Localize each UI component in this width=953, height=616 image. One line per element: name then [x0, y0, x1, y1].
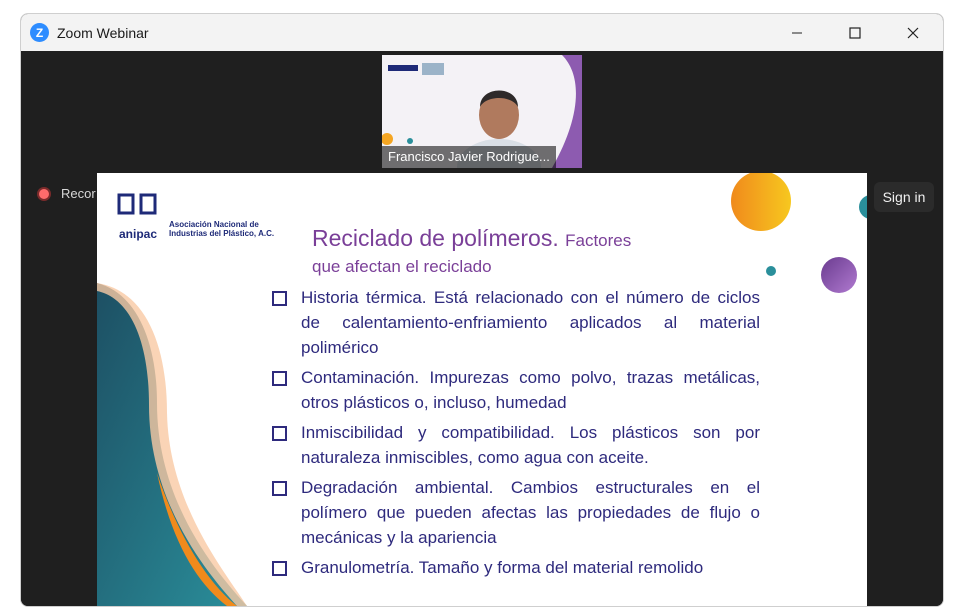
shared-screen-slide: anipac Asociación Nacional de Industrias…	[97, 173, 867, 606]
bullet-text: Degradación ambiental. Cambios estructur…	[301, 478, 760, 547]
bullet-text: Inmiscibilidad y compatibilidad. Los plá…	[301, 423, 760, 467]
bullet-text: Historia térmica. Está relacionado con e…	[301, 288, 760, 357]
bullet-item: Degradación ambiental. Cambios estructur…	[272, 475, 760, 550]
record-icon	[37, 186, 51, 201]
checkbox-bullet-icon	[272, 426, 287, 441]
close-button[interactable]	[884, 14, 942, 51]
bullet-text: Contaminación. Impurezas como polvo, tra…	[301, 368, 760, 412]
minimize-icon	[792, 32, 802, 33]
checkbox-bullet-icon	[272, 291, 287, 306]
slide-title-line2: que afectan el reciclado	[312, 257, 492, 276]
bullet-list: Historia térmica. Está relacionado con e…	[272, 285, 760, 585]
meeting-stage: Francisco Javier Rodrigue... Recor Sign …	[21, 51, 943, 606]
logo-caption-line2: Industrias del Plástico, A.C.	[169, 229, 275, 238]
maximize-icon	[849, 26, 861, 39]
minimize-button[interactable]	[768, 14, 826, 51]
checkbox-bullet-icon	[272, 481, 287, 496]
anipac-logo: anipac	[119, 227, 158, 241]
maximize-button[interactable]	[826, 14, 884, 51]
sign-in-button[interactable]: Sign in	[874, 182, 934, 212]
slide-title-main: Reciclado de polímeros.	[312, 225, 559, 251]
bullet-item: Granulometría. Tamaño y forma del materi…	[272, 555, 760, 580]
window-title: Zoom Webinar	[57, 24, 149, 41]
participant-name: Francisco Javier Rodrigue...	[382, 146, 556, 168]
checkbox-bullet-icon	[272, 371, 287, 386]
recording-label: Recor	[61, 186, 96, 201]
recording-indicator[interactable]: Recor	[37, 186, 96, 201]
zoom-app-icon: Z	[30, 23, 49, 42]
title-bar: Z Zoom Webinar	[21, 14, 943, 51]
logo-caption: Asociación Nacional de Industrias del Pl…	[169, 220, 274, 238]
zoom-window: Z Zoom Webinar Francisco Javier Rodrigue…	[20, 13, 944, 607]
participant-video[interactable]: Francisco Javier Rodrigue...	[382, 55, 582, 168]
bullet-item: Historia térmica. Está relacionado con e…	[272, 285, 760, 360]
bullet-text: Granulometría. Tamaño y forma del materi…	[301, 558, 704, 577]
slide-title: Reciclado de polímeros. Factores	[312, 225, 631, 252]
checkbox-bullet-icon	[272, 561, 287, 576]
slide-title-sub: Factores	[565, 231, 632, 250]
logo-caption-line1: Asociación Nacional de	[169, 220, 259, 229]
close-icon	[907, 27, 919, 38]
bullet-item: Contaminación. Impurezas como polvo, tra…	[272, 365, 760, 415]
bullet-item: Inmiscibilidad y compatibilidad. Los plá…	[272, 420, 760, 470]
